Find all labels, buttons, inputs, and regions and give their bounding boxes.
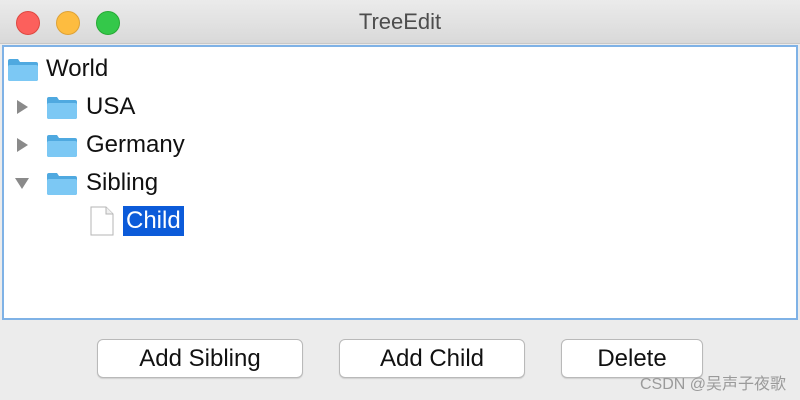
tree-node-sibling[interactable]: Sibling — [14, 165, 158, 201]
folder-icon — [46, 132, 78, 158]
tree-edit-window: TreeEdit World USA Germany Sibling Child… — [0, 0, 800, 400]
tree-node-label: USA — [86, 93, 136, 120]
watermark-text: CSDN @吴声子夜歌 — [639, 376, 786, 393]
window-title: TreeEdit — [358, 9, 442, 34]
tree-node-world[interactable]: World — [7, 51, 108, 87]
folder-icon — [46, 94, 78, 120]
add-child-button[interactable]: Add Child — [339, 339, 525, 378]
tree-view[interactable]: World USA Germany Sibling Child — [2, 45, 798, 320]
folder-icon — [46, 170, 78, 196]
folder-icon — [7, 56, 39, 82]
tree-node-child[interactable]: Child — [90, 203, 184, 239]
tree-node-label: World — [46, 55, 109, 82]
tree-node-label: Germany — [86, 131, 185, 158]
title-bar[interactable]: TreeEdit — [0, 0, 800, 44]
collapse-arrow-icon[interactable] — [14, 175, 30, 191]
expand-arrow-icon[interactable] — [14, 137, 30, 153]
tree-node-usa[interactable]: USA — [14, 89, 135, 125]
add-sibling-button[interactable]: Add Sibling — [97, 339, 303, 378]
expand-arrow-icon[interactable] — [14, 99, 30, 115]
tree-node-label-selected: Child — [123, 206, 184, 236]
file-icon — [90, 206, 114, 236]
tree-node-germany[interactable]: Germany — [14, 127, 185, 163]
tree-node-label: Sibling — [86, 169, 159, 196]
